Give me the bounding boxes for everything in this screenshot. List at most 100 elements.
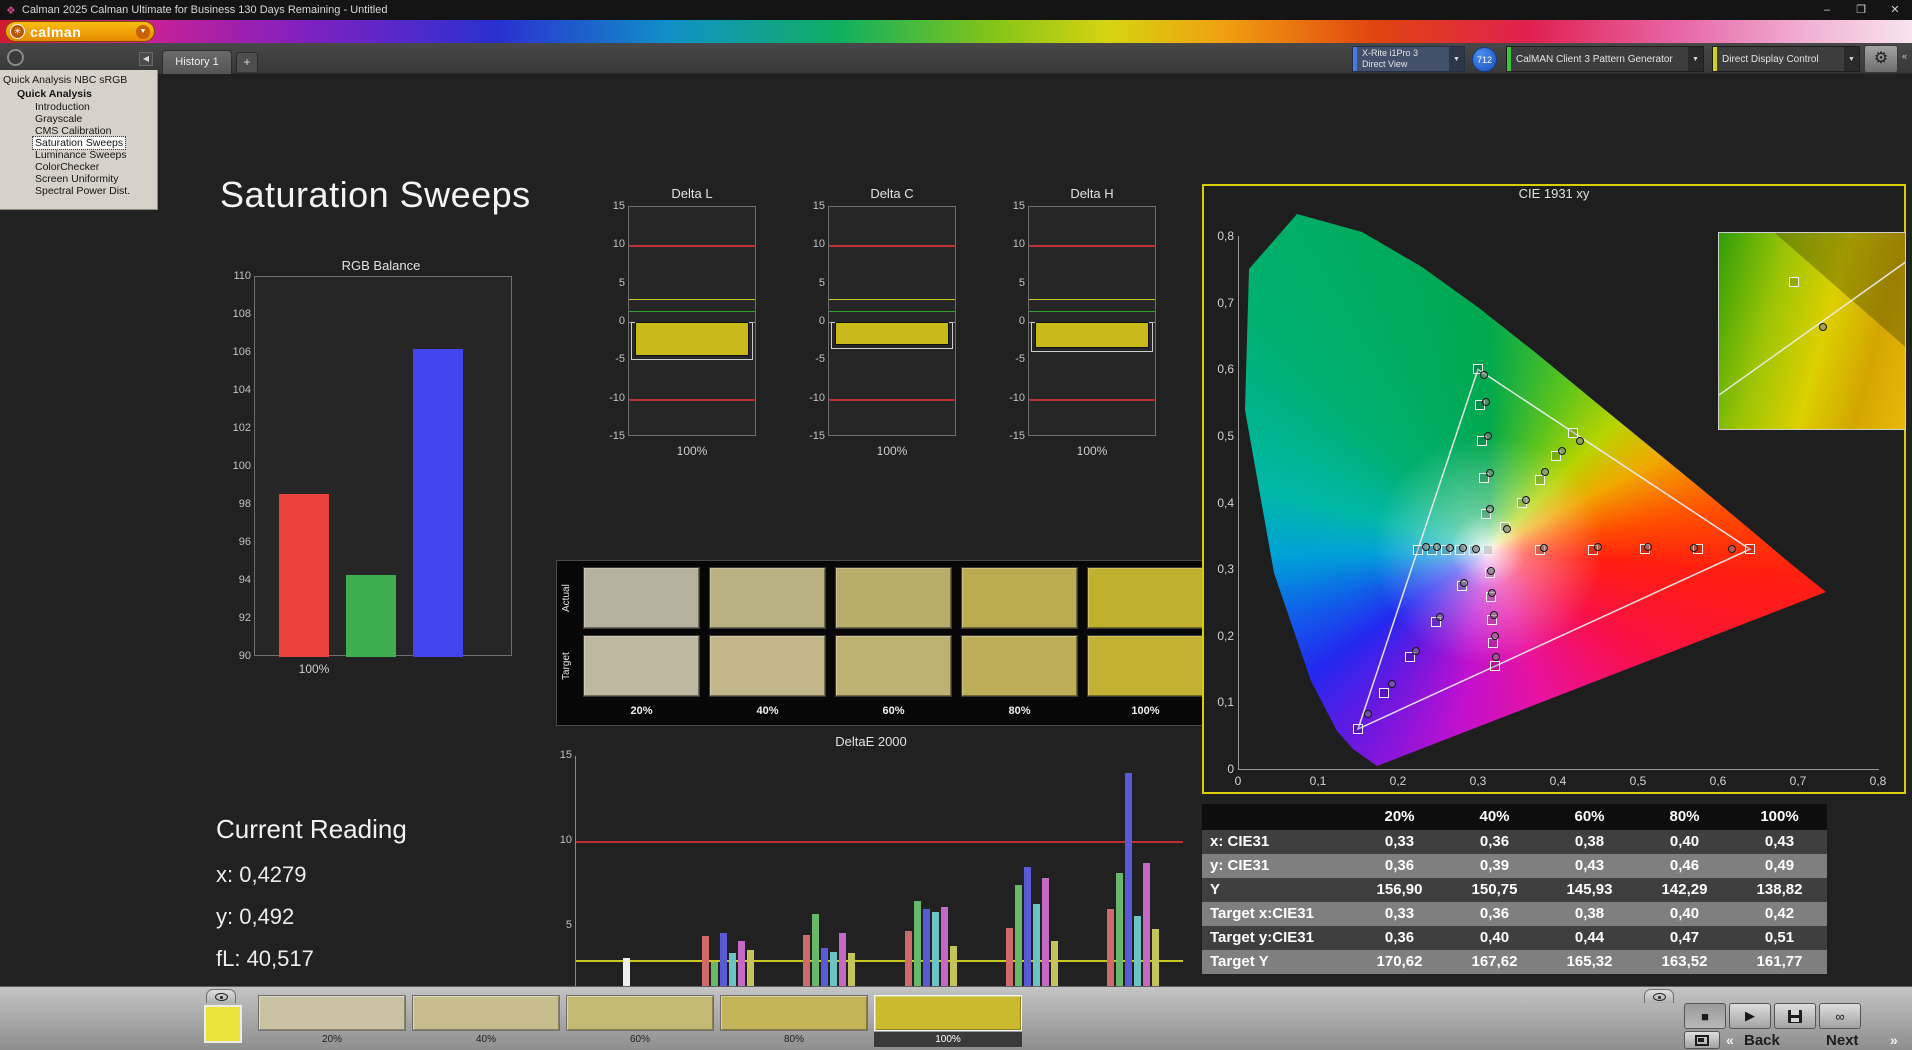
y-tick-label: -10: [1009, 391, 1025, 404]
table-cell: 163,52: [1661, 953, 1708, 970]
save-button[interactable]: [1774, 1003, 1816, 1029]
y-tick-label: 10: [1012, 238, 1025, 251]
y-tick-label: 5: [818, 276, 825, 289]
next-button[interactable]: Next: [1826, 1031, 1859, 1049]
bar-red: [279, 493, 329, 657]
meter-dropdown[interactable]: X-Rite i1Pro 3 Direct View ▼: [1352, 46, 1465, 72]
x-axis-label: 100%: [876, 444, 908, 458]
reading-x: x: 0,4279: [216, 862, 307, 887]
table-row: x: CIE31 0,33 0,36 0,38 0,40 0,43: [1202, 830, 1827, 854]
y-tick-label: -10: [809, 391, 825, 404]
y-tick-label: 10: [612, 238, 625, 251]
pattern-swatch-100%[interactable]: 100%: [874, 995, 1022, 1047]
saturation-data-table: 20% 40% 60% 80% 100% x: CIE31 0,33 0,36 0,38 0,40…: [1202, 804, 1827, 974]
sidebar-item-cms-calibration[interactable]: CMS Calibration: [0, 125, 157, 137]
sidebar-item-introduction[interactable]: Introduction: [0, 101, 157, 113]
pattern-generator-dropdown[interactable]: CalMAN Client 3 Pattern Generator ▼: [1506, 46, 1704, 72]
reference-line: [629, 299, 755, 300]
chevron-down-icon: ▼: [136, 24, 150, 39]
x-tick-label: 0,8: [1869, 774, 1887, 788]
chart-title: DeltaE 2000: [835, 734, 907, 749]
reference-line: [629, 245, 755, 248]
play-button[interactable]: ▶: [1729, 1003, 1771, 1029]
add-tab-button[interactable]: +: [236, 52, 258, 72]
gear-icon: ⚙: [1873, 50, 1889, 67]
y-tick-label: 15: [612, 200, 625, 212]
cie-target-point: [1353, 724, 1363, 734]
table-cell: 0,36: [1384, 929, 1415, 946]
meter-accent: [1353, 47, 1357, 71]
sidebar-item-colorchecker[interactable]: ColorChecker: [0, 161, 157, 173]
reference-line: [1029, 398, 1155, 401]
reference-line: [829, 310, 955, 312]
stop-button[interactable]: ■: [1684, 1003, 1726, 1029]
cie-measured-point: [1486, 566, 1495, 575]
sidebar-item-grayscale[interactable]: Grayscale: [0, 113, 157, 125]
y-tick-label: 15: [1012, 200, 1025, 212]
maximize-button[interactable]: ❐: [1844, 0, 1878, 20]
table-cell: 0,44: [1574, 929, 1605, 946]
delta-c-chart: Delta C -15 -10 -5 0 5 10 15 100%: [796, 186, 988, 476]
pattern-swatch-20%[interactable]: 20%: [258, 995, 406, 1047]
reading-y: y: 0,492: [216, 904, 295, 929]
cie-measured-point: [1471, 544, 1480, 553]
preview-toggle-button[interactable]: [206, 989, 236, 1003]
reference-line: [829, 398, 955, 401]
cie-target-point: [1379, 688, 1390, 699]
reference-line: [829, 299, 955, 300]
y-tick-label: -5: [1015, 353, 1025, 366]
table-cell: 0,36: [1479, 905, 1510, 922]
chevron-down-icon: ▼: [1449, 47, 1464, 71]
back-chevron-icon[interactable]: «: [1726, 1032, 1734, 1048]
display-control-dropdown[interactable]: Direct Display Control ▼: [1712, 46, 1860, 72]
swatch-label: 100%: [874, 1032, 1022, 1047]
table-cell: 0,49: [1764, 857, 1795, 874]
gamut-edge-line: [1719, 261, 1905, 396]
back-button[interactable]: Back: [1744, 1031, 1780, 1049]
sidebar-collapse-button[interactable]: ◀: [139, 52, 153, 66]
x-tick-label: 0: [1234, 774, 1242, 788]
pattern-swatch-60%[interactable]: 60%: [566, 995, 714, 1047]
tree-root[interactable]: Quick Analysis: [0, 88, 157, 101]
cie-measured-point: [1482, 398, 1490, 406]
tree-item-label: Screen Uniformity: [35, 173, 119, 185]
cie-measured-point: [1387, 679, 1396, 688]
swatch-actual-100%: [1087, 567, 1204, 629]
settings-button[interactable]: ⚙: [1864, 45, 1898, 73]
next-chevron-icon[interactable]: »: [1890, 1032, 1898, 1048]
link-button[interactable]: ∞: [1819, 1003, 1861, 1029]
sidebar-item-spectral-power-dist-[interactable]: Spectral Power Dist.: [0, 185, 157, 197]
y-tick-label: 90: [238, 650, 251, 662]
cie-target-point: [1789, 277, 1799, 287]
cie-measured-point: [1490, 631, 1499, 640]
cie-zoom-inset: [1718, 232, 1906, 430]
swatch-color: [720, 995, 868, 1031]
row-label: y: CIE31: [1210, 857, 1270, 874]
sidebar-item-screen-uniformity[interactable]: Screen Uniformity: [0, 173, 157, 185]
table-cell: 0,43: [1764, 833, 1795, 850]
cie-target-point: [1489, 661, 1500, 672]
minimize-button[interactable]: –: [1810, 0, 1844, 20]
delta-h-chart: Delta H -15 -10 -5 0 5 10 15 100%: [996, 186, 1188, 476]
table-cell: 138,82: [1756, 881, 1803, 898]
stop-icon: ■: [1701, 1008, 1709, 1024]
pattern-swatch-80%[interactable]: 80%: [720, 995, 868, 1047]
pattern-swatch-40%[interactable]: 40%: [412, 995, 560, 1047]
tree-item-label: Spectral Power Dist.: [35, 185, 131, 197]
home-button[interactable]: [7, 49, 24, 66]
row-label-actual: Actual: [561, 584, 572, 612]
display-accent: [1713, 47, 1717, 71]
close-button[interactable]: ✕: [1878, 0, 1912, 20]
column-label: 20%: [630, 705, 653, 717]
reference-line: [829, 245, 955, 248]
deltae-bar: [1125, 773, 1133, 1011]
sidebar-item-luminance-sweeps[interactable]: Luminance Sweeps: [0, 149, 157, 161]
sidebar-item-saturation-sweeps[interactable]: Saturation Sweeps: [0, 136, 157, 150]
panel-expand-chevron[interactable]: «: [1902, 51, 1907, 61]
meter-preview-button[interactable]: [1644, 989, 1674, 1003]
cie-measured-point: [1460, 578, 1469, 587]
window-mode-button[interactable]: [1684, 1031, 1720, 1049]
calman-menu-button[interactable]: ✳ calman ▼: [5, 21, 155, 42]
display-control-label: Direct Display Control: [1722, 53, 1819, 65]
tab-history-1[interactable]: History 1: [162, 50, 232, 74]
